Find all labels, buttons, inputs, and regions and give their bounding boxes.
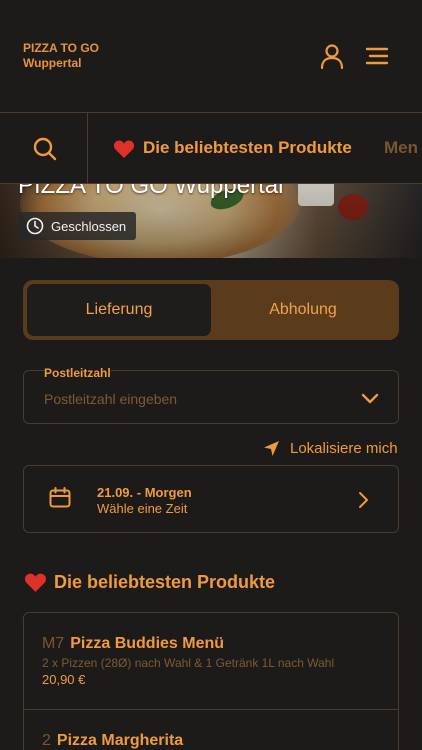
zip-field[interactable]: Postleitzahl [23, 366, 399, 424]
product-name: Pizza Buddies Menü [70, 635, 225, 652]
clock-icon [26, 217, 44, 235]
category-tab-label: Die beliebtesten Produkte [143, 138, 352, 157]
restaurant-hero: PIZZA TO GO Wuppertal Geschlossen [0, 184, 422, 258]
section-title-text: Die beliebtesten Produkte [54, 572, 276, 592]
category-tab-popular[interactable]: Die beliebtesten Produkte [113, 137, 352, 159]
zip-label: Postleitzahl [44, 366, 111, 380]
product-item[interactable]: M7 Pizza Buddies Menü 2 x Pizzen (28Ø) na… [24, 635, 398, 687]
locate-me-label: Lokalisiere mich [290, 440, 398, 457]
zip-input[interactable] [44, 391, 344, 407]
product-name-row: 2 Pizza Margherita [42, 732, 380, 750]
delivery-time-selector[interactable]: 21.09. - Morgen Wähle eine Zeit [23, 465, 399, 533]
product-price: 20,90 € [42, 672, 86, 687]
product-description: 2 x Pizzen (28Ø) nach Wahl & 1 Getränk 1… [42, 656, 335, 670]
location-arrow-icon [264, 441, 279, 456]
popular-section-title: Die beliebtesten Produkte [24, 572, 275, 593]
product-name-row: M7 Pizza Buddies Menü [42, 635, 380, 653]
order-type-toggle: Lieferung Abholung [23, 280, 399, 340]
app-header: PIZZA TO GO Wuppertal [0, 0, 422, 112]
calendar-icon [49, 487, 71, 508]
heart-icon [24, 573, 47, 592]
category-tab-label: Men [384, 138, 418, 157]
brand-name: PIZZA TO GO [23, 41, 100, 55]
chevron-right-icon [359, 492, 368, 508]
delivery-option[interactable]: Lieferung [27, 284, 211, 336]
chevron-down-icon[interactable] [360, 392, 380, 406]
menu-button[interactable] [364, 44, 390, 68]
category-tab-menu[interactable]: Men [384, 137, 418, 159]
pickup-option[interactable]: Abholung [211, 284, 395, 336]
status-text: Geschlossen [51, 218, 127, 234]
category-bar: Die beliebtesten Produkte Men [0, 112, 422, 184]
account-button[interactable] [318, 42, 346, 70]
delivery-time-hint: Wähle eine Zeit [97, 501, 188, 516]
product-code: 2 [42, 732, 51, 749]
locate-me-button[interactable]: Lokalisiere mich [263, 440, 398, 457]
product-code: M7 [42, 635, 65, 652]
status-badge: Geschlossen [18, 212, 137, 240]
product-name: Pizza Margherita [56, 732, 184, 749]
brand-city: Wuppertal [23, 56, 82, 70]
search-icon [33, 137, 57, 161]
product-list: M7 Pizza Buddies Menü 2 x Pizzen (28Ø) na… [23, 612, 399, 750]
product-item[interactable]: 2 Pizza Margherita [24, 709, 398, 750]
search-button[interactable] [0, 113, 88, 183]
hamburger-icon [365, 47, 389, 65]
delivery-date: 21.09. - Morgen [97, 485, 192, 500]
restaurant-title: PIZZA TO GO Wuppertal [18, 184, 284, 199]
brand-logo[interactable]: PIZZA TO GO Wuppertal [23, 41, 99, 71]
heart-icon [113, 140, 135, 158]
user-icon [320, 44, 344, 70]
